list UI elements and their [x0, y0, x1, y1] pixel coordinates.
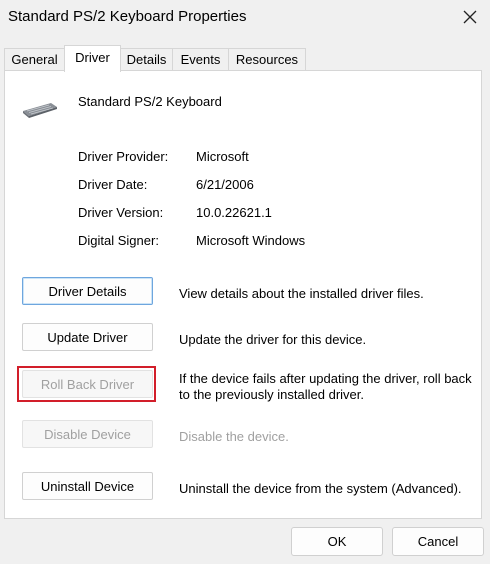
digital-signer-label: Digital Signer: — [78, 233, 159, 248]
properties-dialog: Standard PS/2 Keyboard Properties Genera… — [0, 0, 490, 564]
uninstall-device-button[interactable]: Uninstall Device — [22, 472, 153, 500]
disable-device-button[interactable]: Disable Device — [22, 420, 153, 448]
update-driver-button[interactable]: Update Driver — [22, 323, 153, 351]
tab-driver[interactable]: Driver — [64, 45, 121, 72]
digital-signer-value: Microsoft Windows — [196, 233, 306, 248]
update-driver-description: Update the driver for this device. — [179, 332, 367, 347]
driver-version-label: Driver Version: — [78, 205, 164, 220]
driver-date-label: Driver Date: — [78, 177, 148, 192]
driver-version-value: 10.0.22621.1 — [196, 205, 272, 220]
driver-details-button[interactable]: Driver Details — [22, 277, 153, 305]
close-icon — [463, 10, 477, 24]
window-title: Standard PS/2 Keyboard Properties — [8, 8, 247, 25]
driver-provider-value: Microsoft — [196, 149, 249, 164]
roll-back-driver-button[interactable]: Roll Back Driver — [22, 370, 153, 398]
disable-device-description: Disable the device. — [179, 429, 289, 444]
tab-resources[interactable]: Resources — [228, 48, 306, 71]
roll-back-driver-description: If the device fails after updating the d… — [179, 371, 472, 402]
driver-details-description: View details about the installed driver … — [179, 286, 424, 301]
driver-date-value: 6/21/2006 — [196, 177, 254, 192]
driver-tab-panel: Standard PS/2 Keyboard Driver Provider: … — [4, 70, 482, 519]
tab-events[interactable]: Events — [172, 48, 229, 71]
cancel-button[interactable]: Cancel — [392, 527, 484, 556]
driver-provider-label: Driver Provider: — [78, 149, 169, 164]
tab-details[interactable]: Details — [120, 48, 173, 71]
uninstall-device-description: Uninstall the device from the system (Ad… — [179, 481, 462, 496]
ok-button[interactable]: OK — [291, 527, 383, 556]
device-name: Standard PS/2 Keyboard — [78, 94, 222, 109]
close-button[interactable] — [452, 3, 488, 31]
tab-general[interactable]: General — [4, 48, 65, 71]
keyboard-icon — [23, 103, 57, 118]
